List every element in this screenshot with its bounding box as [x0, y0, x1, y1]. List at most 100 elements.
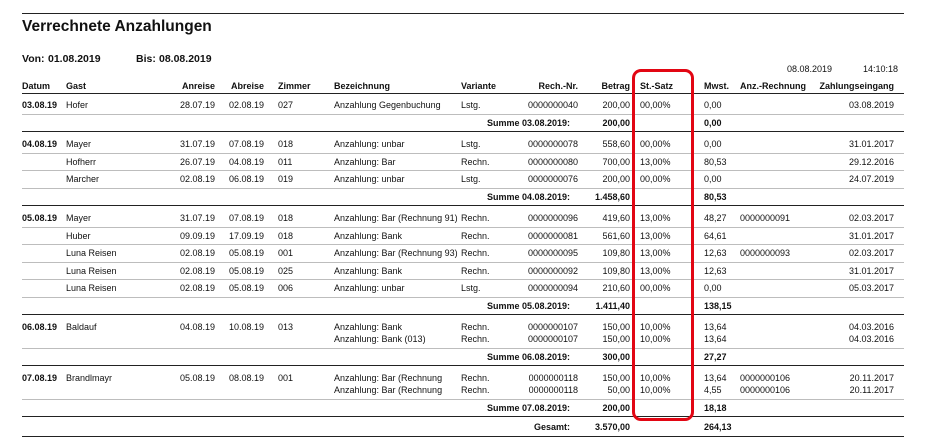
- row-divider: [22, 244, 904, 245]
- invoice-number: 0000000118: [528, 373, 578, 383]
- room-number: 018: [278, 230, 294, 241]
- variant: Lstg.: [461, 174, 481, 184]
- row-divider: [22, 347, 904, 349]
- variant: Rechn.: [461, 213, 490, 223]
- deposit-invoice: 0000000106: [740, 373, 791, 383]
- group-rule: [22, 314, 904, 315]
- column-header-var: Variante: [461, 81, 497, 91]
- invoice-number: 0000000107: [527, 322, 578, 332]
- bis-label: Bis:: [136, 53, 156, 65]
- amount: 558,60: [602, 139, 630, 149]
- amount: 561,60: [602, 230, 630, 241]
- von-value: 01.08.2019: [48, 53, 101, 65]
- departure-date: 05.08.19: [228, 248, 264, 258]
- column-header-betrag: Betrag: [601, 81, 630, 91]
- vat: 12,63: [704, 248, 727, 258]
- departure-date: 07.08.19: [228, 139, 264, 149]
- group-date: 05.08.19: [22, 213, 58, 223]
- description: Anzahlung: Bank: [334, 322, 403, 332]
- group-rule: [22, 365, 904, 366]
- description: Anzahlung: Bar (Rechnung: [334, 385, 443, 395]
- deposit-invoice: 0000000106: [740, 385, 791, 395]
- guest-name: Mayer: [66, 139, 92, 149]
- payment-date: 20.11.2017: [849, 385, 894, 395]
- group-sum-label: Summe 07.08.2019:: [486, 402, 570, 413]
- group-date: 06.08.19: [22, 322, 58, 332]
- invoice-number: 0000000095: [527, 248, 578, 258]
- vat: 48,27: [704, 213, 727, 223]
- row-divider: [22, 279, 904, 280]
- vat: 4,55: [704, 385, 722, 395]
- vat: 12,63: [704, 265, 727, 276]
- row-divider: [22, 398, 904, 400]
- invoice-number: 0000000092: [527, 265, 578, 276]
- departure-date: 02.08.19: [228, 100, 264, 110]
- arrival-date: 26.07.19: [179, 156, 215, 167]
- guest-name: Luna Reisen: [66, 248, 117, 258]
- variant: Rechn.: [461, 265, 490, 276]
- group-sum-vat: 0,00: [704, 117, 722, 128]
- amount: 150,00: [602, 334, 630, 344]
- payment-date: 24.07.2019: [848, 174, 894, 184]
- room-number: 001: [278, 373, 294, 383]
- arrival-date: 31.07.19: [179, 213, 215, 223]
- guest-name: Baldauf: [66, 322, 97, 332]
- payment-date: 31.01.2017: [848, 265, 894, 276]
- vat: 13,64: [704, 322, 727, 332]
- row-divider: [22, 261, 904, 263]
- amount: 150,00: [602, 322, 630, 332]
- total-amount: 3.570,00: [594, 422, 630, 432]
- departure-date: 04.08.19: [228, 156, 264, 167]
- description: Anzahlung: Bar (Rechnung: [334, 373, 443, 383]
- guest-name: Luna Reisen: [66, 265, 117, 276]
- vat: 13,64: [704, 373, 727, 383]
- arrival-date: 04.08.19: [179, 322, 215, 332]
- description: Anzahlung: Bar (Rechnung 93): [334, 248, 458, 258]
- variant: Rechn.: [461, 230, 490, 241]
- invoice-number: 0000000078: [527, 139, 578, 149]
- guest-name: Brandlmayr: [66, 373, 113, 383]
- top-rule: [22, 13, 904, 14]
- column-header-mwst: Mwst.: [704, 81, 730, 91]
- group-sum-vat: 27,27: [704, 351, 727, 362]
- group-sum-vat: 80,53: [704, 191, 727, 202]
- room-number: 006: [278, 283, 294, 293]
- description: Anzahlung: unbar: [334, 174, 405, 184]
- column-header-zahl: Zahlungseingang: [819, 81, 894, 91]
- vat: 13,64: [704, 334, 727, 344]
- group-sum-vat: 18,18: [704, 402, 727, 413]
- amount: 109,80: [602, 265, 630, 276]
- guest-name: Marcher: [66, 174, 100, 184]
- group-sum-amount: 200,00: [602, 117, 630, 128]
- group-sum-amount: 300,00: [602, 351, 630, 362]
- row-divider: [22, 187, 904, 189]
- variant: Lstg.: [461, 100, 481, 110]
- description: Anzahlung: Bar: [334, 156, 396, 167]
- group-rule: [22, 416, 904, 417]
- description: Anzahlung: Bank (013): [334, 334, 426, 344]
- column-header-anz: Anz.-Rechnung: [740, 81, 806, 91]
- row-divider: [22, 296, 904, 298]
- deposit-invoice: 0000000093: [740, 248, 791, 258]
- guest-name: Luna Reisen: [66, 283, 117, 293]
- arrival-date: 09.09.19: [179, 230, 215, 241]
- variant: Rechn.: [461, 334, 490, 344]
- variant: Rechn.: [461, 156, 490, 167]
- variant: Lstg.: [461, 139, 481, 149]
- group-date: 03.08.19: [22, 100, 58, 110]
- guest-name: Hofherr: [66, 156, 97, 167]
- column-header-bez: Bezeichnung: [334, 81, 391, 91]
- departure-date: 07.08.19: [228, 213, 264, 223]
- arrival-date: 02.08.19: [179, 174, 215, 184]
- arrival-date: 28.07.19: [179, 100, 215, 110]
- room-number: 025: [278, 265, 294, 276]
- payment-date: 04.03.2016: [848, 322, 894, 332]
- room-number: 001: [278, 248, 294, 258]
- departure-date: 17.09.19: [228, 230, 264, 241]
- guest-name: Huber: [66, 230, 91, 241]
- column-header-date: Datum: [22, 81, 51, 91]
- room-number: 027: [278, 100, 294, 110]
- variant: Rechn.: [461, 385, 490, 395]
- total-label: Gesamt:: [533, 422, 570, 432]
- guest-name: Mayer: [66, 213, 92, 223]
